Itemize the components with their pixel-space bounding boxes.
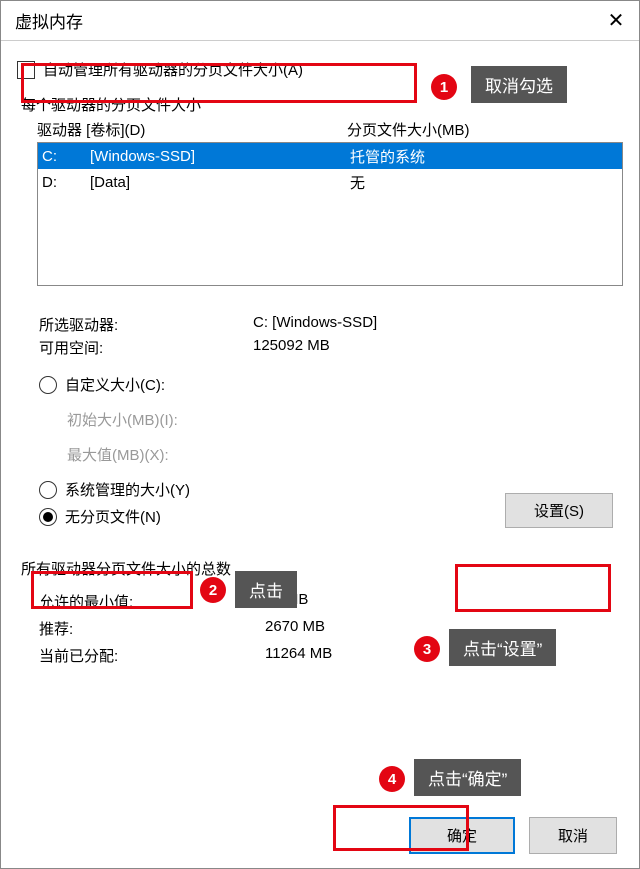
min-value: 16 MB bbox=[265, 591, 308, 612]
rec-label: 推荐: bbox=[39, 618, 265, 639]
checkbox-icon bbox=[17, 61, 35, 79]
selected-drive-info: 所选驱动器: C: [Windows-SSD] 可用空间: 125092 MB bbox=[39, 314, 623, 358]
selected-drive-value: C: [Windows-SSD] bbox=[253, 314, 377, 335]
drive-table: 驱动器 [卷标](D) 分页文件大小(MB) C: [Windows-SSD] … bbox=[37, 119, 623, 286]
col-size: 分页文件大小(MB) bbox=[347, 119, 623, 140]
ok-button[interactable]: 确定 bbox=[409, 817, 515, 854]
close-icon[interactable]: ✕ bbox=[593, 1, 639, 41]
drive-list[interactable]: C: [Windows-SSD] 托管的系统 D: [Data] 无 bbox=[37, 142, 623, 286]
col-drive: 驱动器 [卷标](D) bbox=[37, 119, 347, 140]
annotation-label: 点击“确定” bbox=[414, 759, 521, 796]
auto-manage-checkbox[interactable]: 自动管理所有驱动器的分页文件大小(A) bbox=[17, 59, 623, 80]
radio-icon bbox=[39, 376, 57, 394]
cur-value: 11264 MB bbox=[265, 645, 332, 666]
virtual-memory-dialog: 虚拟内存 ✕ 自动管理所有驱动器的分页文件大小(A) 每个驱动器的分页文件大小 … bbox=[0, 0, 640, 869]
totals-title: 所有驱动器分页文件大小的总数 bbox=[21, 558, 623, 579]
selected-drive-label: 所选驱动器: bbox=[39, 314, 253, 335]
auto-manage-label: 自动管理所有驱动器的分页文件大小(A) bbox=[43, 59, 303, 80]
table-row[interactable]: C: [Windows-SSD] 托管的系统 bbox=[38, 143, 622, 169]
annotation-badge: 4 bbox=[379, 766, 405, 792]
free-space-label: 可用空间: bbox=[39, 337, 253, 358]
cancel-button[interactable]: 取消 bbox=[529, 817, 617, 854]
titlebar: 虚拟内存 ✕ bbox=[1, 1, 639, 41]
set-button[interactable]: 设置(S) bbox=[505, 493, 613, 528]
per-drive-subtitle: 每个驱动器的分页文件大小 bbox=[21, 94, 623, 115]
min-label: 允许的最小值: bbox=[39, 591, 265, 612]
rec-value: 2670 MB bbox=[265, 618, 325, 639]
radio-icon bbox=[39, 508, 57, 526]
radio-icon bbox=[39, 481, 57, 499]
table-row[interactable]: D: [Data] 无 bbox=[38, 169, 622, 195]
totals-section: 所有驱动器分页文件大小的总数 允许的最小值: 16 MB 推荐: 2670 MB… bbox=[21, 558, 623, 666]
cur-label: 当前已分配: bbox=[39, 645, 265, 666]
max-size-label: 最大值(MB)(X): bbox=[67, 444, 227, 465]
window-title: 虚拟内存 bbox=[15, 8, 83, 33]
radio-custom-size[interactable]: 自定义大小(C): bbox=[39, 374, 623, 395]
free-space-value: 125092 MB bbox=[253, 337, 330, 358]
initial-size-label: 初始大小(MB)(I): bbox=[67, 409, 227, 430]
